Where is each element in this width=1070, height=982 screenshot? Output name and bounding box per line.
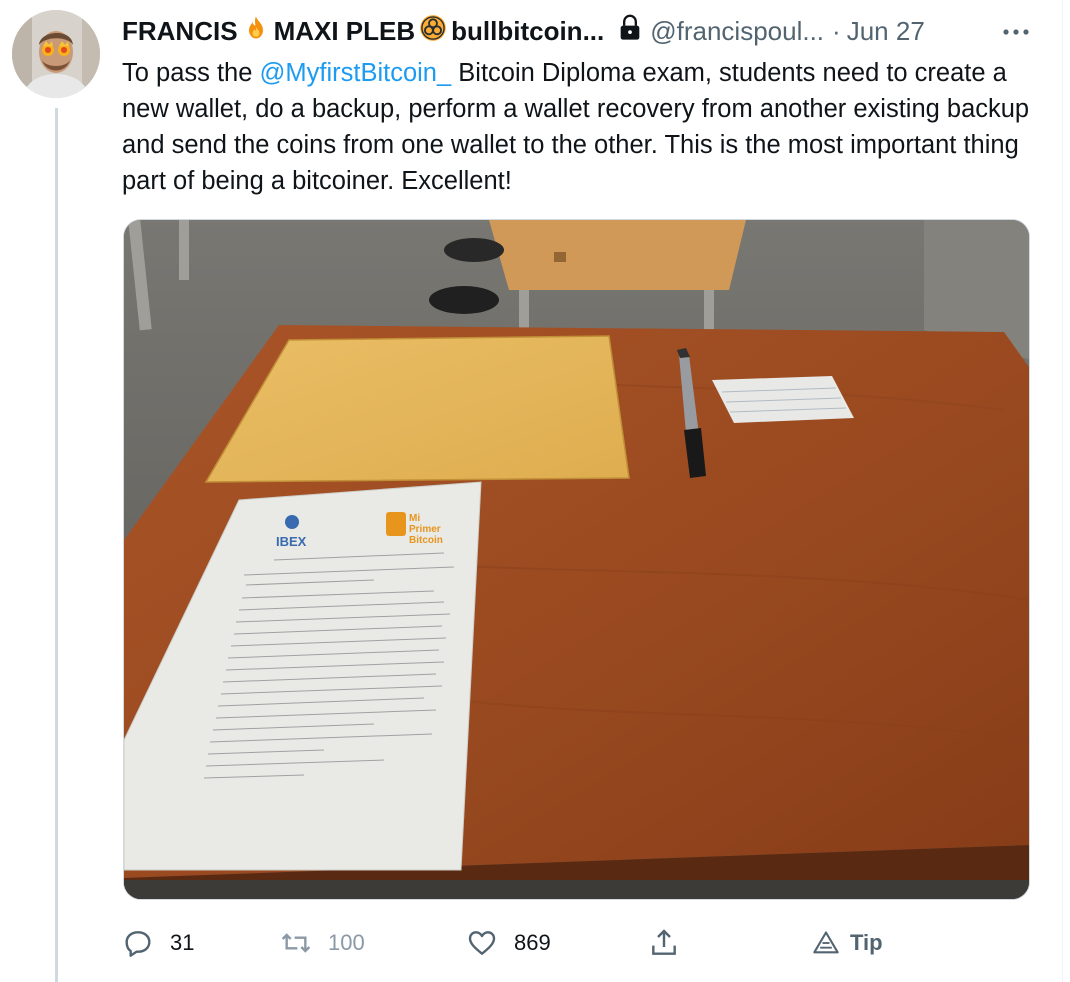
display-name-part-2[interactable]: MAXI PLEB [274, 16, 416, 47]
avatar-image [12, 10, 100, 98]
retweet-icon [281, 933, 311, 953]
separator-dot: · [832, 15, 841, 46]
lock-icon [618, 14, 642, 49]
retweet-count: 100 [328, 930, 365, 955]
timeline-divider [1062, 0, 1063, 982]
reply-icon [125, 931, 151, 957]
tip-label: Tip [850, 930, 883, 955]
tweet-header: FRANCIS MAXI PLEB bullbitcoin... @franci… [122, 14, 1042, 48]
heart-icon [468, 931, 496, 955]
display-name-part-1[interactable]: FRANCIS [122, 16, 238, 47]
user-handle[interactable]: @francispoul... [650, 16, 824, 47]
tweet-text-part-1: To pass the [122, 59, 260, 87]
like-button[interactable]: 869 [466, 924, 551, 962]
more-button[interactable] [1000, 18, 1032, 46]
reply-count: 31 [170, 930, 195, 955]
avatar[interactable] [12, 10, 100, 98]
tweet-date[interactable]: Jun 27 [847, 16, 925, 47]
like-count: 869 [514, 930, 551, 955]
retweet-button[interactable]: 100 [280, 924, 365, 962]
tweet-actions: 31 100 869 Tip [122, 924, 1022, 962]
reply-button[interactable]: 31 [122, 924, 194, 962]
tip-icon [813, 931, 839, 954]
more-icon [1003, 29, 1029, 35]
share-icon [652, 929, 676, 955]
display-name-part-3[interactable]: bullbitcoin... [451, 16, 604, 47]
fire-icon [242, 14, 270, 49]
tip-button[interactable]: Tip [812, 924, 883, 962]
thread-line [55, 108, 58, 982]
tweet-photo[interactable]: IBEX Mi Primer Bitcoin [123, 219, 1030, 900]
mention-link[interactable]: @MyfirstBitcoin_ [260, 59, 452, 87]
photo-desk-exam: IBEX Mi Primer Bitcoin [124, 220, 1029, 899]
biohazard-icon [419, 14, 447, 49]
tweet-text: To pass the @MyfirstBitcoin_ Bitcoin Dip… [122, 55, 1047, 199]
share-button[interactable] [648, 924, 696, 962]
